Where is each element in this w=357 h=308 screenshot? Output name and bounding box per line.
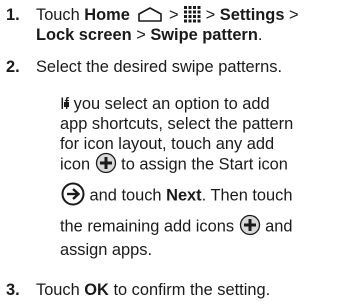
step-3-text-segment: to confirm the setting.: [108, 281, 271, 299]
step-2-text: Select the desired swipe patterns.: [36, 58, 282, 76]
start-icon: [61, 182, 85, 206]
add-icon: [239, 214, 261, 236]
bullet-line-4: icon to assign the Start icon: [60, 152, 356, 178]
apps-grid-icon: [183, 5, 201, 23]
step-1-lock-screen-label: Lock screen: [36, 26, 132, 44]
ok-label: OK: [84, 281, 109, 299]
bullet-text-segment: the remaining add icons: [60, 217, 239, 236]
step-1-settings-label: Settings: [219, 6, 285, 24]
bullet-text-segment: to assign the Start icon: [116, 155, 288, 174]
bullet-line-5: and touch Next. Then touch: [60, 182, 356, 210]
instruction-page: 1. Touch Home > > Settings > Lock screen…: [0, 0, 357, 308]
bullet-line-7: assign apps.: [60, 241, 153, 259]
separator: >: [131, 26, 151, 44]
step-1-touch-word: Touch: [36, 6, 85, 24]
step-3-number: 3.: [6, 281, 20, 299]
step-1-home-label: Home: [84, 6, 130, 24]
bullet-line-1: If you select an option to add: [60, 95, 270, 113]
step-3-text: Touch OK to confirm the setting.: [36, 280, 354, 300]
step-1-line-1: Touch Home > > Settings >: [36, 5, 354, 25]
separator: >: [201, 6, 220, 24]
step-1-swipe-pattern-label: Swipe pattern: [150, 26, 258, 44]
bullet-line-6: the remaining add icons and: [60, 214, 356, 240]
separator: >: [284, 6, 299, 24]
bullet-text-segment: icon: [60, 155, 95, 174]
period: .: [257, 26, 263, 44]
step-1-text: Touch Home > > Settings > Lock screen > …: [36, 5, 354, 45]
step-3-text-segment: Touch: [36, 281, 85, 299]
bullet-text-segment: and touch: [85, 186, 167, 205]
step-2-number: 2.: [6, 58, 20, 76]
separator: >: [164, 6, 184, 24]
next-label: Next: [166, 186, 202, 205]
step-1-number: 1.: [6, 6, 20, 24]
home-icon: [137, 6, 163, 22]
add-icon: [95, 152, 117, 174]
bullet-line-3: for icon layout, touch any add: [60, 135, 275, 153]
step-1-line-2: Lock screen > Swipe pattern.: [36, 25, 354, 45]
bullet-text-segment: and: [260, 217, 293, 236]
bullet-text-segment: . Then touch: [201, 186, 293, 205]
bullet-text: If you select an option to add app short…: [60, 94, 356, 260]
bullet-line-2: app shortcuts, select the pattern: [60, 115, 294, 133]
